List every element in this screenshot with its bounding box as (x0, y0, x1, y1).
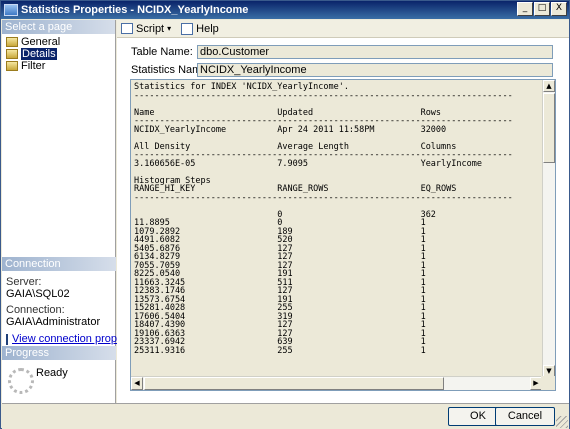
script-icon (121, 23, 133, 34)
statistics-details-text: Statistics for INDEX 'NCIDX_YearlyIncome… (134, 82, 513, 356)
cancel-button[interactable]: Cancel (495, 407, 555, 426)
window-icon (4, 4, 18, 16)
statistics-name-label: Statistics Name: (131, 64, 211, 76)
vertical-scrollbar[interactable]: ▲ ▼ (542, 80, 555, 377)
vertical-scroll-thumb[interactable] (543, 93, 555, 163)
script-button[interactable]: Script ▾ (119, 21, 177, 37)
select-page-header: Select a page (2, 20, 115, 34)
help-button[interactable]: Help (179, 21, 221, 37)
connection-label: Connection: (6, 304, 65, 316)
view-connection-properties[interactable]: View connection properties (2, 333, 144, 345)
statistics-name-row: Statistics Name: NCIDX_YearlyIncome (131, 63, 553, 77)
connection-properties-icon (6, 333, 8, 345)
page-item-label: Details (21, 48, 57, 60)
window-title: Statistics Properties - NCIDX_YearlyInco… (21, 4, 249, 16)
page-item-label: Filter (21, 60, 46, 72)
scroll-up-icon[interactable]: ▲ (543, 80, 555, 92)
page-item-general[interactable]: General (2, 36, 115, 48)
page-item-filter[interactable]: Filter (2, 60, 115, 72)
page-icon (6, 49, 18, 59)
resize-grip-icon[interactable] (556, 416, 568, 428)
page-icon (6, 37, 18, 47)
statistics-name-field[interactable]: NCIDX_YearlyIncome (197, 63, 553, 77)
horizontal-scrollbar[interactable]: ◀ ▶ (131, 376, 542, 390)
page-list: General Details Filter (2, 34, 115, 72)
script-label: Script (136, 22, 165, 35)
table-name-label: Table Name: (131, 46, 193, 58)
window-controls: _ □ X (517, 2, 567, 16)
statistics-details-textbox[interactable]: Statistics for INDEX 'NCIDX_YearlyIncome… (130, 79, 556, 391)
title-bar[interactable]: Statistics Properties - NCIDX_YearlyInco… (1, 1, 569, 19)
dialog-footer: OK Cancel (2, 403, 569, 429)
server-label: Server: (6, 276, 42, 288)
minimize-button[interactable]: _ (517, 2, 533, 16)
page-item-details[interactable]: Details (2, 48, 115, 60)
chevron-down-icon: ▾ (167, 24, 172, 33)
progress-spinner-icon (8, 368, 34, 394)
main-panel: Script ▾ Help Table Name: dbo.Customer S… (117, 20, 569, 403)
horizontal-scroll-thumb[interactable] (144, 377, 444, 390)
close-button[interactable]: X (551, 2, 567, 16)
page-icon (6, 61, 18, 71)
statistics-properties-window: Statistics Properties - NCIDX_YearlyInco… (0, 0, 570, 429)
table-name-field[interactable]: dbo.Customer (197, 45, 553, 59)
scroll-corner (541, 376, 555, 390)
table-name-row: Table Name: dbo.Customer (131, 45, 553, 59)
progress-header: Progress (2, 346, 116, 360)
left-pane: Select a page General Details Filter Con… (2, 20, 144, 403)
connection-header: Connection (2, 257, 116, 271)
help-icon (181, 22, 194, 35)
connection-value: GAIA\Administrator (6, 316, 101, 328)
server-value: GAIA\SQL02 (6, 288, 70, 300)
maximize-button[interactable]: □ (534, 2, 550, 16)
page-item-label: General (21, 36, 61, 48)
connection-section: Connection Server: GAIA\SQL02 Connection… (2, 257, 144, 345)
scroll-left-icon[interactable]: ◀ (131, 377, 143, 390)
progress-section: Progress Ready (2, 346, 116, 394)
progress-status: Ready (36, 367, 68, 379)
help-label: Help (196, 22, 219, 35)
toolbar: Script ▾ Help (117, 20, 569, 38)
